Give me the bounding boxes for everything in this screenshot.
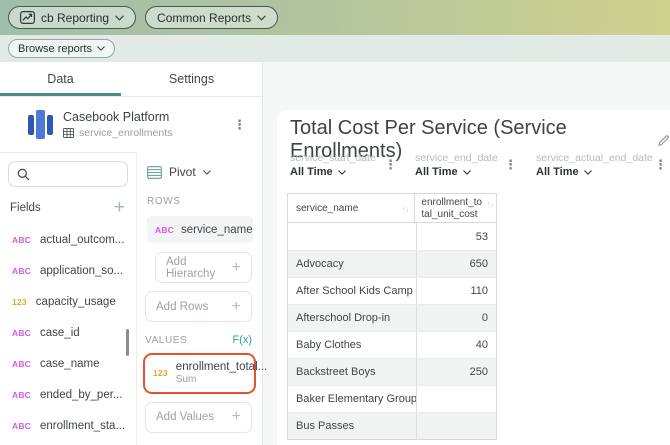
cb-reporting-label: cb Reporting: [41, 11, 109, 25]
table-row: Afterschool Drop-in 0: [288, 304, 496, 331]
string-type-badge: ABC: [12, 390, 31, 400]
common-reports-label: Common Reports: [157, 11, 251, 25]
table-grid-icon: [63, 128, 74, 138]
chevron-down-icon: [257, 15, 266, 21]
filter-menu-button[interactable]: [384, 157, 397, 173]
add-hierarchy-button[interactable]: Add Hierarchy: [155, 252, 252, 283]
field-item-enrollment-status[interactable]: ABC enrollment_sta...: [0, 410, 136, 441]
formula-fx-button[interactable]: F(x): [232, 334, 252, 346]
sort-icon: [487, 199, 494, 209]
add-field-icon[interactable]: [114, 201, 125, 215]
string-type-badge: ABC: [12, 359, 31, 369]
edit-title-icon[interactable]: [657, 133, 670, 148]
string-type-badge: ABC: [12, 266, 31, 276]
add-values-button[interactable]: Add Values: [145, 402, 252, 433]
tab-settings[interactable]: Settings: [121, 62, 262, 96]
number-type-badge: 123: [153, 368, 168, 378]
pivot-result-table: service_name enrollment_to tal_unit_cost…: [287, 193, 497, 440]
field-item-case-id[interactable]: ABC case_id: [0, 317, 136, 348]
fields-scrollbar[interactable]: [126, 329, 129, 356]
filter-menu-button[interactable]: [504, 157, 517, 173]
top-app-bar: cb Reporting Common Reports: [0, 0, 670, 35]
chevron-down-icon: [97, 46, 105, 51]
sort-icon: [402, 204, 409, 214]
field-item-ended-by-person[interactable]: ABC ended_by_per...: [0, 379, 136, 410]
rows-section-heading: ROWS: [147, 196, 262, 207]
filter-service-end-date[interactable]: service_end_date All Time: [415, 152, 498, 178]
filter-service-actual-end-date[interactable]: service_actual_end_date All Time: [536, 152, 653, 178]
value-aggregation-label: Sum: [176, 374, 267, 387]
row-field-chip[interactable]: ABC service_name: [147, 216, 253, 243]
reporting-app: cb Reporting Common Reports Browse repor…: [0, 0, 670, 445]
pivot-config-column: Pivot ROWS ABC service_name Add Hierarch…: [138, 152, 262, 445]
table-row: Bus Passes: [288, 412, 496, 439]
table-row: Backstreet Boys 250: [288, 358, 496, 385]
tab-data[interactable]: Data: [0, 62, 121, 96]
field-search-input[interactable]: [8, 161, 128, 187]
add-icon: [232, 298, 241, 316]
field-item-capacity-usage[interactable]: 123 capacity_usage: [0, 286, 136, 317]
table-row: Baker Elementary Group The...: [288, 385, 496, 412]
table-header-row: service_name enrollment_to tal_unit_cost: [288, 194, 496, 223]
add-icon: [232, 259, 241, 277]
column-header-enrollment-total-unit-cost[interactable]: enrollment_to tal_unit_cost: [414, 194, 496, 222]
common-reports-menu[interactable]: Common Reports: [145, 6, 278, 29]
string-type-badge: ABC: [12, 235, 31, 245]
search-icon: [17, 168, 30, 181]
column-header-service-name[interactable]: service_name: [288, 194, 414, 222]
filter-menu-button[interactable]: [654, 157, 667, 173]
visualization-type-dropdown[interactable]: Pivot: [147, 165, 262, 179]
table-row: 53: [288, 223, 496, 250]
chevron-down-icon: [203, 170, 211, 175]
chevron-down-icon: [584, 170, 592, 175]
fields-column: Fields ABC actual_outcom... ABC applicat…: [0, 152, 137, 445]
data-source-name: Casebook Platform: [63, 110, 172, 124]
data-config-panel: Data Settings Casebook Platform service_…: [0, 62, 263, 445]
chevron-down-icon: [463, 170, 471, 175]
filter-service-start-date[interactable]: service_start_date All Time: [290, 152, 376, 178]
chart-icon: [20, 11, 35, 24]
browse-reports-button[interactable]: Browse reports: [8, 39, 115, 58]
table-row: After School Kids Camp 110: [288, 277, 496, 304]
data-source-info: Casebook Platform service_enrollments: [63, 110, 172, 139]
data-source-table: service_enrollments: [79, 127, 172, 139]
chevron-down-icon: [115, 15, 124, 21]
field-item-case-name[interactable]: ABC case_name: [0, 348, 136, 379]
database-icon: [28, 110, 53, 139]
add-icon: [232, 408, 241, 426]
browse-reports-label: Browse reports: [18, 43, 92, 55]
visualization-type-label: Pivot: [169, 165, 196, 179]
field-item-application-source[interactable]: ABC application_so...: [0, 255, 136, 286]
values-section-heading: VALUES: [145, 335, 187, 346]
panel-tabbar: Data Settings: [0, 62, 262, 97]
string-type-badge: ABC: [12, 328, 31, 338]
add-rows-button[interactable]: Add Rows: [145, 291, 252, 322]
secondary-bar: Browse reports: [0, 35, 670, 62]
report-card: Total Cost Per Service (Service Enrollme…: [277, 110, 670, 445]
value-field-chip-highlighted[interactable]: 123 enrollment_total... Sum: [143, 353, 256, 394]
number-type-badge: 123: [12, 297, 27, 307]
table-row: Advocacy 650: [288, 250, 496, 277]
data-source-row[interactable]: Casebook Platform service_enrollments: [0, 97, 262, 152]
pivot-table-icon: [147, 166, 162, 179]
source-menu-button[interactable]: [233, 117, 246, 133]
cb-reporting-menu[interactable]: cb Reporting: [8, 6, 136, 29]
string-type-badge: ABC: [155, 225, 174, 235]
fields-heading: Fields: [10, 202, 41, 214]
chevron-down-icon: [338, 170, 346, 175]
field-item-actual-outcome[interactable]: ABC actual_outcom...: [0, 224, 136, 255]
value-field-name: enrollment_total...: [176, 360, 267, 374]
table-row: Baby Clothes 40: [288, 331, 496, 358]
string-type-badge: ABC: [12, 421, 31, 431]
field-list: ABC actual_outcom... ABC application_so.…: [0, 224, 136, 441]
